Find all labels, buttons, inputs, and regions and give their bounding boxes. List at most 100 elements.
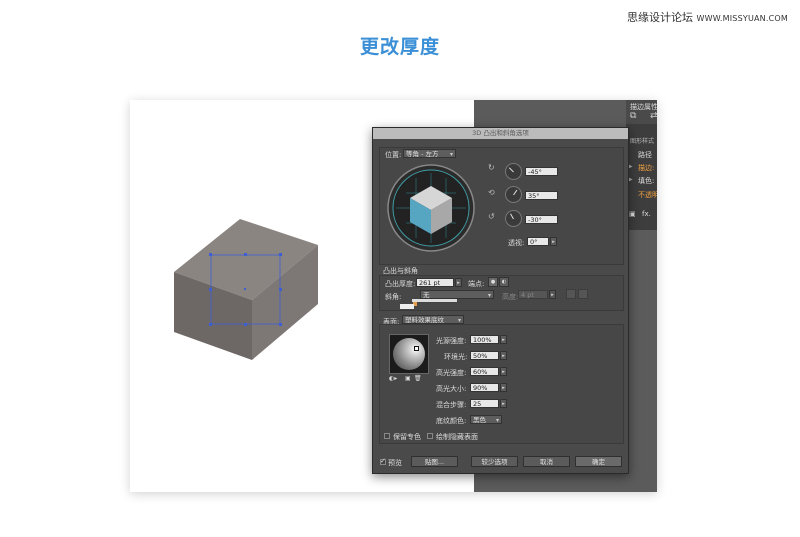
- draw-hidden-checkbox[interactable]: [427, 433, 433, 439]
- preview-checkbox[interactable]: [380, 457, 386, 465]
- panel-row-path[interactable]: 路径: [626, 150, 657, 163]
- panel-row-label: 不透明: [638, 191, 657, 199]
- cap-off-button[interactable]: ◐: [499, 277, 509, 287]
- sphere-ball: [393, 338, 425, 370]
- light-intensity-label: 光源强度:: [436, 337, 467, 345]
- highlight-size-input[interactable]: 90%: [470, 383, 499, 392]
- height-stepper[interactable]: ▸: [549, 290, 556, 299]
- panel-row-fill[interactable]: ▶ 填色:: [626, 176, 657, 189]
- highlight-size-stepper[interactable]: ▸: [500, 383, 507, 392]
- height-input[interactable]: 4 pt: [518, 290, 548, 299]
- extrude-section: 凸出厚度: 261 pt ▸ 端点: ● ◐ 斜角: 无 ▾ 高度: 4 pt ▸: [379, 275, 624, 311]
- x-rotation-dial[interactable]: [505, 163, 522, 180]
- new-item-icon[interactable]: ▣: [629, 210, 636, 218]
- dial-hand: [513, 189, 518, 196]
- 3d-extrude-bevel-dialog: 3D 凸出和斜角选项 位置: 等角 - 左方 ▾ ↻ -45° ⟲ 35° ↺ -…: [372, 127, 629, 474]
- position-value: 等角 - 左方: [406, 150, 439, 158]
- panel-sub-row: 图形样式: [626, 136, 657, 149]
- extrude-depth-input[interactable]: 261 pt: [416, 278, 454, 287]
- highlight-intensity-input[interactable]: 60%: [470, 367, 499, 376]
- blend-steps-label: 混合步骤:: [436, 401, 467, 409]
- chevron-down-icon: ▾: [449, 151, 453, 158]
- delete-light-icon[interactable]: 🗑: [414, 375, 422, 382]
- bevel-preview: [400, 304, 414, 309]
- light-source-handle[interactable]: [414, 346, 419, 351]
- z-rotation-dial[interactable]: [505, 210, 522, 227]
- position-dropdown[interactable]: 等角 - 左方 ▾: [403, 149, 456, 158]
- preserve-spot-checkbox[interactable]: [384, 433, 390, 439]
- cap-label: 端点:: [468, 280, 485, 288]
- map-art-button[interactable]: 贴图...: [411, 456, 458, 467]
- panel-footer: ▣ fx.: [626, 210, 657, 223]
- panel-row-label: 填色:: [638, 177, 655, 185]
- surface-dropdown[interactable]: 塑料效果底纹 ▾: [402, 315, 464, 324]
- panel-row-label: 路径: [638, 151, 652, 159]
- fewer-options-button[interactable]: 较少选项: [471, 456, 518, 467]
- surface-value: 塑料效果底纹: [405, 316, 444, 324]
- perspective-input[interactable]: 0°: [527, 237, 549, 246]
- selection-center: [244, 288, 246, 290]
- lighting-sphere[interactable]: [389, 334, 429, 374]
- move-light-back-icon[interactable]: ◐▸: [389, 375, 397, 382]
- z-rotation-input[interactable]: -30°: [525, 215, 558, 224]
- extrude-depth-label: 凸出厚度:: [385, 280, 416, 288]
- highlight-size-label: 高光大小:: [436, 385, 467, 393]
- panel-row-label: 描边:: [638, 164, 655, 172]
- y-rotation-input[interactable]: 35°: [525, 191, 558, 200]
- preview-label: 预览: [388, 459, 402, 467]
- shading-color-value: 黑色: [473, 416, 486, 424]
- panel-sub-label: 图形样式: [630, 138, 655, 145]
- dial-hand: [510, 213, 514, 220]
- surface-section: ◐▸ ▣ 🗑 光源强度: 100% ▸ 环境光: 50% ▸ 高光强度: 60%…: [379, 324, 624, 444]
- ambient-label: 环境光:: [444, 353, 468, 361]
- cancel-button[interactable]: 取消: [523, 456, 570, 467]
- perspective-stepper[interactable]: ▸: [550, 237, 557, 246]
- shading-color-label: 底纹颜色:: [436, 417, 467, 425]
- new-light-icon[interactable]: ▣: [405, 375, 411, 382]
- preserve-spot-label: 保留专色: [393, 433, 421, 441]
- light-intensity-stepper[interactable]: ▸: [500, 335, 507, 344]
- highlight-intensity-stepper[interactable]: ▸: [500, 367, 507, 376]
- dial-hand: [508, 167, 514, 173]
- bevel-in-button[interactable]: [578, 289, 588, 299]
- position-label: 位置:: [385, 151, 402, 159]
- bevel-label: 斜角:: [385, 293, 402, 301]
- dialog-title: 3D 凸出和斜角选项: [373, 128, 628, 139]
- blend-steps-input[interactable]: 25: [470, 399, 499, 408]
- y-rotation-dial[interactable]: [505, 186, 522, 203]
- y-axis-icon: ⟲: [488, 188, 495, 197]
- chevron-down-icon: ▾: [487, 292, 491, 299]
- watermark-text: 思缘设计论坛: [626, 11, 693, 24]
- height-label: 高度:: [502, 293, 519, 301]
- extrude-depth-stepper[interactable]: ▸: [455, 278, 462, 287]
- chevron-down-icon: ▾: [495, 417, 499, 424]
- bevel-value: 无: [423, 291, 430, 299]
- fx-icon[interactable]: fx.: [642, 210, 651, 218]
- panel-row-opacity[interactable]: 不透明: [626, 190, 657, 203]
- panel-tool-icon-2[interactable]: ⇄: [650, 111, 657, 121]
- x-axis-icon: ↻: [488, 163, 495, 172]
- appearance-panel: 描边属性 ⧉ ⇄ 图形样式 路径 ▶ 描边: ▶ 填色: 不透明 ▣ fx.: [626, 100, 657, 230]
- page-title: 更改厚度: [359, 36, 440, 58]
- light-intensity-input[interactable]: 100%: [470, 335, 499, 344]
- perspective-label: 透视:: [508, 239, 525, 247]
- watermark-site: WWW.MISSYUAN.COM: [696, 14, 788, 23]
- x-rotation-input[interactable]: -45°: [525, 167, 558, 176]
- bevel-out-button[interactable]: [566, 289, 576, 299]
- z-axis-icon: ↺: [488, 212, 495, 221]
- ambient-input[interactable]: 50%: [470, 351, 499, 360]
- panel-header: 描边属性 ⧉ ⇄: [626, 100, 657, 124]
- watermark: 思缘设计论坛 WWW.MISSYUAN.COM: [627, 9, 788, 25]
- ambient-stepper[interactable]: ▸: [500, 351, 507, 360]
- panel-tool-icon[interactable]: ⧉: [630, 111, 636, 121]
- draw-hidden-label: 绘制隐藏表面: [436, 433, 478, 441]
- panel-row-stroke[interactable]: ▶ 描边:: [626, 163, 657, 176]
- ok-button[interactable]: 确定: [575, 456, 622, 467]
- cap-on-button[interactable]: ●: [488, 277, 498, 287]
- bevel-dropdown[interactable]: 无 ▾: [420, 290, 494, 299]
- shading-color-dropdown[interactable]: 黑色 ▾: [470, 415, 502, 424]
- highlight-intensity-label: 高光强度:: [436, 369, 467, 377]
- rotation-track-cube[interactable]: [386, 163, 476, 253]
- position-section: 位置: 等角 - 左方 ▾ ↻ -45° ⟲ 35° ↺ -30° 透视: 0° …: [379, 147, 624, 265]
- blend-steps-stepper[interactable]: ▸: [500, 399, 507, 408]
